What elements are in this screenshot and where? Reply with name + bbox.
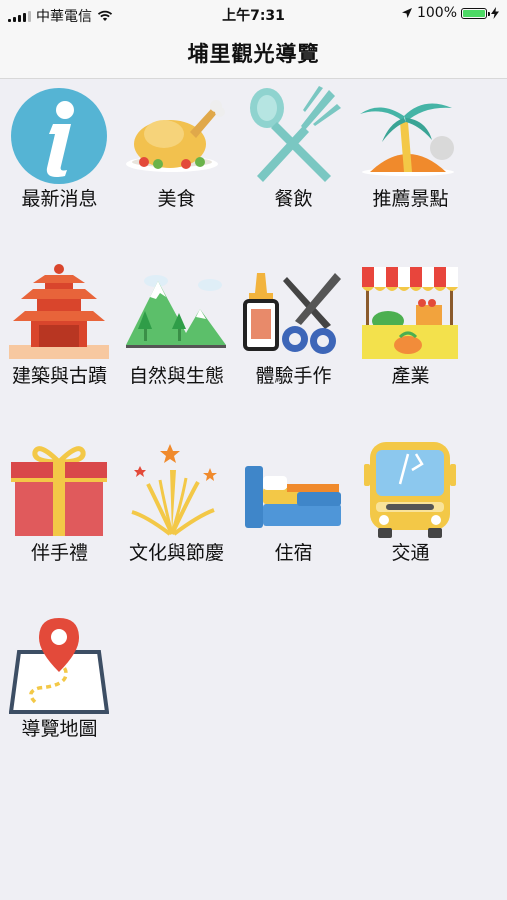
charging-bolt-icon [491,7,499,19]
status-right: 100% [401,5,499,21]
bed-icon [243,440,343,540]
navigation-bar: 埔里觀光導覽 [0,28,507,79]
market-stall-icon [360,263,460,363]
menu-item-label: 最新消息 [21,188,98,210]
menu-item-label: 交通 [391,542,430,564]
menu-item-label: 餐飲 [274,188,313,210]
mountain-icon [126,263,226,363]
status-bar: 中華電信 上午7:31 100% [0,0,507,28]
menu-item-label: 導覽地圖 [21,718,98,740]
page-title: 埔里觀光導覽 [187,42,320,66]
menu-item-label: 自然與生態 [128,365,224,387]
roast-chicken-icon [126,86,226,186]
location-arrow-icon [401,8,412,18]
menu-item-label: 體驗手作 [255,365,332,387]
info-icon [9,86,109,186]
menu-item-label: 推薦景點 [372,188,449,210]
bus-icon [360,440,460,540]
menu-item-label: 建築與古蹟 [11,365,107,387]
battery-percent: 100% [416,5,457,21]
map-pin-icon [9,616,109,716]
fireworks-icon [126,440,226,540]
menu-item-label: 美食 [157,188,196,210]
temple-icon [9,263,109,363]
battery-fill [463,9,485,17]
fork-spoon-icon [243,86,343,186]
glue-scissors-icon [243,263,343,363]
menu-item-label: 產業 [391,365,430,387]
menu-item-label: 住宿 [274,542,313,564]
gift-box-icon [9,440,109,540]
battery-icon [461,7,490,19]
menu-item-label: 伴手禮 [30,542,88,564]
menu-item-label: 文化與節慶 [128,542,224,564]
palm-island-icon [360,86,460,186]
